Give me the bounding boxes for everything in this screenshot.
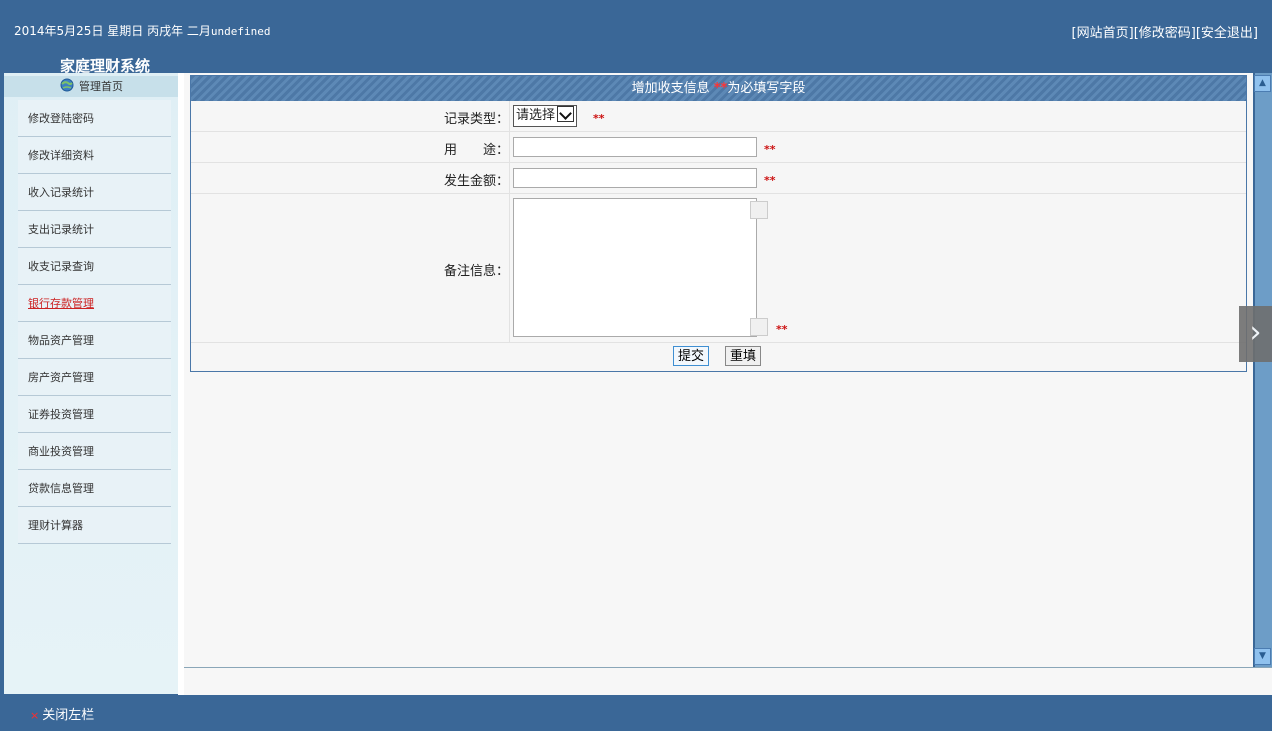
change-password-link[interactable]: [修改密码] [1134,26,1196,41]
textarea-scroll-down-icon[interactable] [750,318,768,336]
use-input[interactable] [513,137,757,157]
amount-label: 发生金额： [443,174,509,189]
home-link[interactable]: [网站首页] [1072,26,1134,41]
add-record-form: 增加收支信息 **为必填写字段 记录类型： 请选择 ** 用 途： ** 发生金… [190,75,1247,372]
sidebar-item-property-assets[interactable]: 房产资产管理 [18,359,171,396]
sidebar-home-label: 管理首页 [79,80,123,93]
record-type-label: 记录类型： [443,112,509,127]
row-separator [509,101,510,131]
row-note: 备注信息： ** [191,194,1246,343]
submit-button[interactable]: 提交 [673,346,710,366]
chevron-down-icon[interactable] [557,106,575,122]
sidebar-item-change-password[interactable]: 修改登陆密码 [18,100,171,137]
required-mark: ** [776,323,788,336]
sidebar-item-income-stats[interactable]: 收入记录统计 [18,174,171,211]
top-links: [网站首页][修改密码][安全退出] [1072,22,1258,41]
note-textarea[interactable] [513,198,757,337]
globe-icon [60,78,74,92]
sidebar-item-securities[interactable]: 证券投资管理 [18,396,171,433]
top-header: 2014年5月25日 星期日 丙戌年 二月undefined 家庭理财系统 [网… [0,0,1272,75]
footer-bar: × 关闭左栏 [0,701,1272,731]
left-sidebar: 管理首页 修改登陆密码 修改详细资料 收入记录统计 支出记录统计 收支记录查询 … [4,73,178,694]
close-icon[interactable]: × [30,709,39,722]
row-separator [509,132,510,162]
main-status-strip [184,667,1272,695]
chevron-right-icon[interactable]: › [1239,306,1272,362]
form-title-prefix: 增加收支信息 [631,81,714,96]
sidebar-item-business-investment[interactable]: 商业投资管理 [18,433,171,470]
sidebar-item-edit-profile[interactable]: 修改详细资料 [18,137,171,174]
row-use: 用 途： ** [191,132,1246,163]
note-label: 备注信息： [443,264,509,279]
row-separator [509,163,510,193]
textarea-scroll-up-icon[interactable] [750,201,768,219]
scroll-up-icon[interactable]: ▲ [1254,75,1271,92]
row-actions: 提交 重填 [191,343,1246,371]
scroll-down-icon[interactable]: ▼ [1254,648,1271,665]
sidebar-menu: 修改登陆密码 修改详细资料 收入记录统计 支出记录统计 收支记录查询 银行存款管… [18,100,171,544]
sidebar-item-calculator[interactable]: 理财计算器 [18,507,171,544]
sidebar-item-bank-deposit[interactable]: 银行存款管理 [18,285,171,322]
date-suffix: undefined [210,25,271,38]
row-separator [509,194,510,342]
reset-button[interactable]: 重填 [725,346,762,366]
sidebar-item-goods-assets[interactable]: 物品资产管理 [18,322,171,359]
form-title-required-mark: ** [713,81,728,96]
sidebar-item-loans[interactable]: 贷款信息管理 [18,470,171,507]
required-mark: ** [764,174,776,187]
amount-input[interactable] [513,168,757,188]
row-amount: 发生金额： ** [191,163,1246,194]
sidebar-home[interactable]: 管理首页 [4,76,178,97]
form-title: 增加收支信息 **为必填写字段 [191,76,1246,101]
date-text: 2014年5月25日 星期日 丙戌年 二月 [14,24,211,38]
record-type-select[interactable]: 请选择 [513,105,578,127]
required-mark: ** [593,112,605,125]
close-sidebar-link[interactable]: 关闭左栏 [42,708,94,723]
row-record-type: 记录类型： 请选择 ** [191,101,1246,132]
scrollbar-track[interactable] [1255,73,1272,667]
use-label: 用 途： [443,143,509,158]
date-display: 2014年5月25日 星期日 丙戌年 二月undefined [14,22,271,39]
record-type-selected: 请选择 [516,108,556,123]
left-sidebar-frame: 管理首页 修改登陆密码 修改详细资料 收入记录统计 支出记录统计 收支记录查询 … [0,73,178,695]
form-title-suffix: 为必填写字段 [727,81,806,96]
vertical-scrollbar[interactable]: ▲ ▼ [1253,73,1272,667]
required-mark: ** [764,143,776,156]
logout-link[interactable]: [安全退出] [1196,26,1258,41]
sidebar-item-record-query[interactable]: 收支记录查询 [18,248,171,285]
sidebar-item-expense-stats[interactable]: 支出记录统计 [18,211,171,248]
